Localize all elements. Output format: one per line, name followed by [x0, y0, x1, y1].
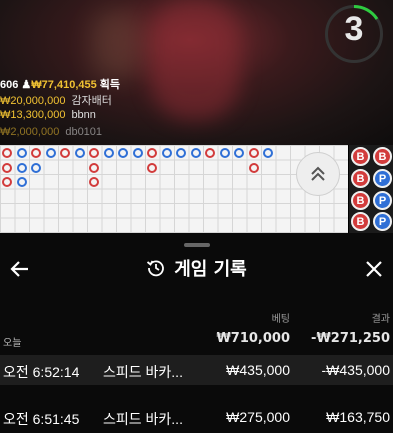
- roadmap-bead: [263, 148, 273, 158]
- big-road-cell: B: [351, 191, 370, 210]
- roadmap-bead: [74, 148, 85, 158]
- bead-roadmap[interactable]: [0, 145, 348, 233]
- column-header-result: 결과: [371, 314, 390, 325]
- roadmap-bead: [89, 162, 99, 173]
- roadmap-bead: [147, 162, 157, 173]
- winner-name: bbnn: [71, 109, 96, 121]
- row-game: 스피드 바카...: [103, 411, 183, 427]
- history-row[interactable]: 오전 6:51:45 스피드 바카... ₩275,000 ₩163,750: [0, 402, 393, 432]
- winner-amount: ₩2,000,000: [0, 126, 60, 138]
- roadmap-bead: [31, 162, 41, 173]
- row-time: 오전 6:52:14: [3, 364, 80, 380]
- game-history-sheet: 게임 기록 베팅 결과 오늘 ₩710,000 -₩271,250 오전 6:5…: [0, 233, 393, 433]
- roadmap-bead: [147, 148, 157, 158]
- background-shape: [90, 10, 140, 80]
- winner-amount: ₩13,300,000: [0, 109, 66, 121]
- roadmap-bead: [248, 148, 259, 158]
- dealer-figure: [150, 0, 240, 120]
- winners-total-amount: ₩77,410,455: [31, 79, 97, 91]
- roadmap-bead: [205, 148, 215, 158]
- countdown-timer: 3: [344, 10, 364, 48]
- page-title: 게임 기록: [0, 255, 393, 281]
- sheet-header: 게임 기록: [0, 253, 393, 287]
- winner-name: 감자배터: [71, 95, 112, 107]
- roadmap-bead: [234, 148, 244, 158]
- row-result: -₩435,000: [321, 362, 390, 378]
- roadmap-bead: [161, 148, 172, 158]
- roadmap-bead: [16, 148, 27, 158]
- winner-row: ₩20,000,000 감자배터: [0, 92, 120, 109]
- big-road-cell: P: [373, 169, 392, 188]
- sheet-drag-handle[interactable]: [184, 243, 210, 247]
- roadmap-bead: [31, 148, 41, 158]
- roadmap-bead: [89, 177, 99, 187]
- big-road-cell: B: [351, 212, 370, 231]
- winner-row: ₩13,300,000 bbnn: [0, 109, 120, 126]
- today-label: 오늘: [3, 338, 22, 349]
- roadmap-bead: [118, 148, 128, 158]
- roadmap-bead: [2, 162, 12, 173]
- expand-roadmap-button[interactable]: [296, 152, 340, 196]
- big-road-cell: B: [373, 147, 392, 166]
- roadmap-bead: [219, 148, 230, 158]
- roadmap-bead: [16, 162, 27, 173]
- roadmap-bead: [248, 162, 259, 173]
- winners-count: 606: [0, 79, 22, 91]
- winners-total-suffix: 획득: [96, 79, 121, 91]
- roadmap-bead: [103, 148, 114, 158]
- row-time: 오전 6:51:45: [3, 411, 80, 427]
- roadmap-bead: [2, 148, 12, 158]
- person-icon: ♟: [21, 79, 32, 91]
- roadmap-bead: [45, 148, 56, 158]
- big-road-cell: P: [373, 212, 392, 231]
- column-header-bet: 베팅: [271, 314, 290, 325]
- roadmap-bead: [176, 148, 186, 158]
- winner-row: ₩2,000,000 db0101: [0, 126, 120, 143]
- today-result-total: -₩271,250: [311, 331, 390, 346]
- chevron-up-icon: [311, 166, 325, 181]
- roadmap-bead: [60, 148, 70, 158]
- winner-name: db0101: [65, 126, 103, 138]
- roadmap-bead: [16, 177, 27, 187]
- row-game: 스피드 바카...: [103, 364, 183, 380]
- big-road-cell: B: [351, 147, 370, 166]
- history-icon: [147, 260, 165, 277]
- roadmap-bead: [132, 148, 143, 158]
- big-road: B B B P B P B P: [349, 145, 393, 233]
- roadmap-bead: [190, 148, 201, 158]
- close-icon[interactable]: [362, 257, 386, 281]
- winner-amount: ₩20,000,000: [0, 95, 66, 107]
- history-row[interactable]: 오전 6:52:14 스피드 바카... ₩435,000 -₩435,000: [0, 355, 393, 385]
- winners-list: 606 ♟₩77,410,455 획득 ₩20,000,000 감자배터 ₩13,…: [0, 76, 120, 143]
- title-text: 게임 기록: [174, 259, 247, 280]
- big-road-cell: P: [373, 191, 392, 210]
- today-bet-total: ₩710,000: [216, 331, 290, 346]
- big-road-cell: B: [351, 169, 370, 188]
- row-bet: ₩435,000: [226, 362, 290, 378]
- row-result: ₩163,750: [326, 409, 390, 425]
- roadmap-bead: [2, 177, 12, 187]
- roadmap-bead: [89, 148, 99, 158]
- row-bet: ₩275,000: [226, 409, 290, 425]
- winners-total: 606 ♟₩77,410,455 획득: [0, 76, 120, 92]
